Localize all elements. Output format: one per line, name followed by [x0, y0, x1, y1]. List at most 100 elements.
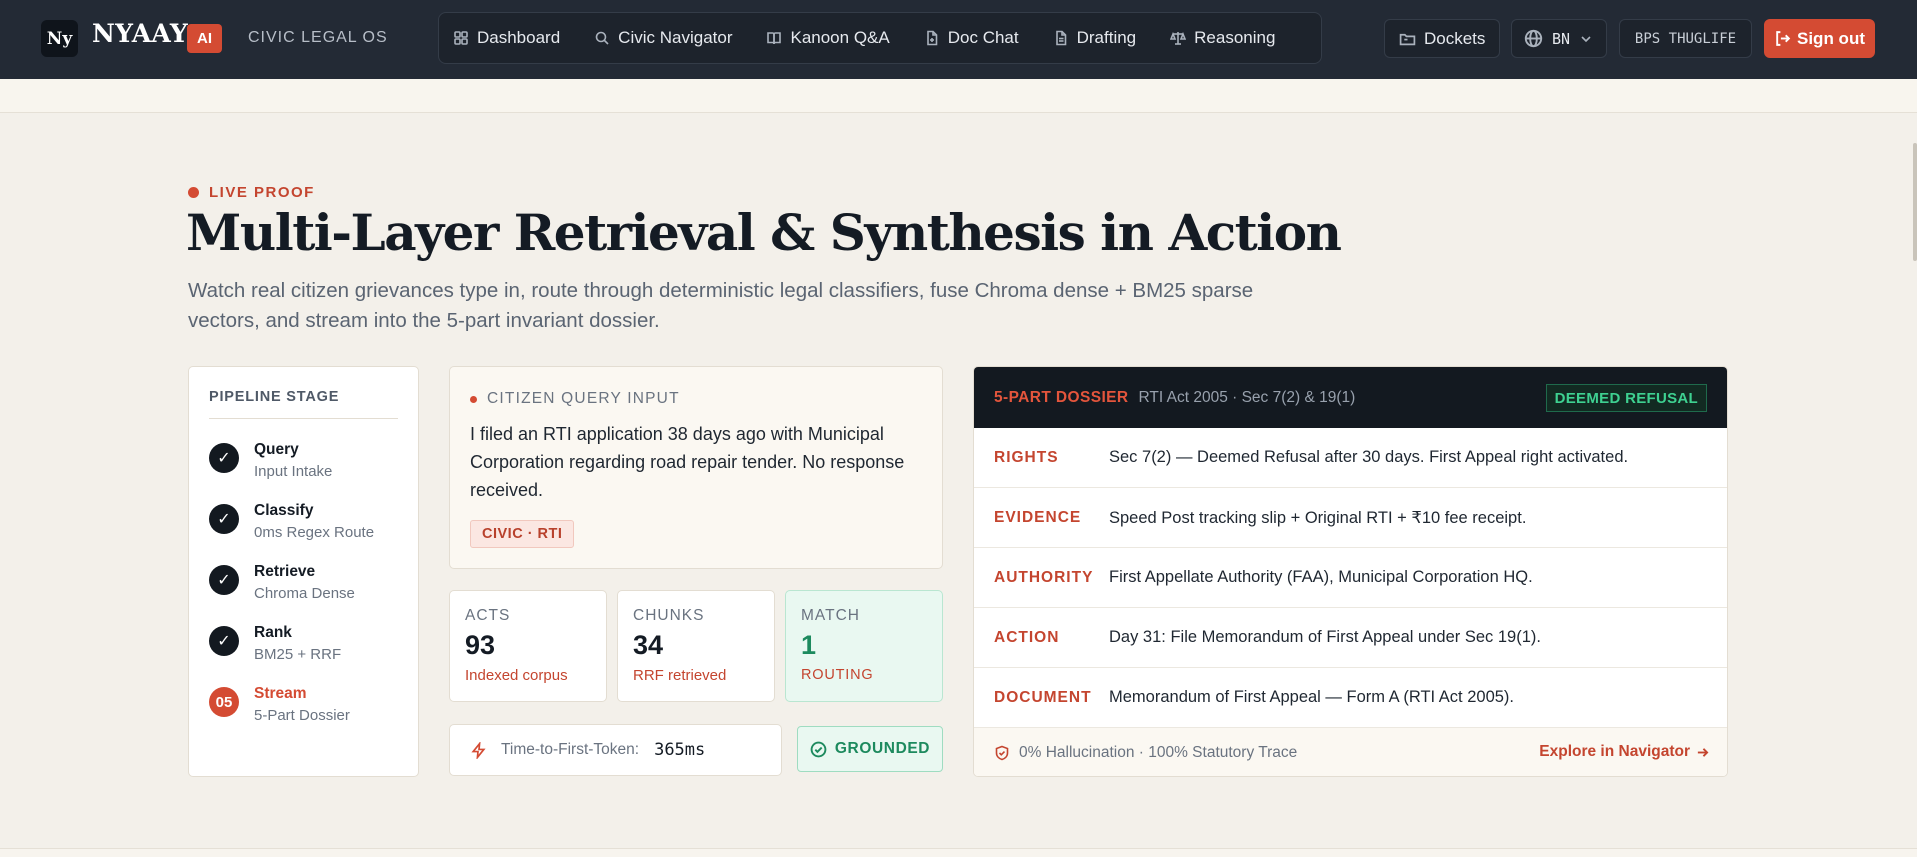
- chevron-down-icon: [1581, 35, 1591, 42]
- dockets-button[interactable]: Dockets: [1384, 19, 1500, 58]
- step-desc: Input Intake: [254, 463, 333, 480]
- nav-label: Civic Navigator: [618, 28, 733, 47]
- stat-label: CHUNKS: [633, 607, 705, 624]
- document-icon: [1055, 30, 1066, 46]
- dossier-row-value: Speed Post tracking slip + Original RTI …: [1109, 508, 1527, 527]
- pipeline-step-query: ✓ Query Input Intake: [209, 441, 398, 480]
- stat-value: 34: [633, 630, 664, 660]
- stat-card-chunks: CHUNKS 34 RRF retrieved: [617, 590, 775, 702]
- check-circle-icon: [810, 741, 827, 757]
- query-heading-label: CITIZEN QUERY INPUT: [487, 390, 680, 407]
- search-icon: [595, 31, 609, 45]
- step-desc: BM25 + RRF: [254, 646, 342, 663]
- check-icon: ✓: [209, 565, 239, 595]
- stat-desc: Indexed corpus: [465, 667, 568, 684]
- page-title: Multi-Layer Retrieval & Synthesis in Act…: [186, 203, 1342, 262]
- language-select[interactable]: BN: [1511, 19, 1607, 58]
- check-icon: ✓: [209, 626, 239, 656]
- pipeline-heading: PIPELINE STAGE: [209, 389, 398, 419]
- explore-label: Explore in Navigator: [1539, 743, 1690, 760]
- dossier-row-action: ACTION Day 31: File Memorandum of First …: [974, 608, 1727, 668]
- dossier-row-rights: RIGHTS Sec 7(2) — Deemed Refusal after 3…: [974, 428, 1727, 488]
- nav-label: Doc Chat: [947, 28, 1019, 47]
- globe-icon: [1524, 29, 1543, 48]
- logout-icon: [1776, 31, 1791, 46]
- ai-badge: AI: [187, 24, 222, 53]
- nav-label: Dashboard: [477, 28, 561, 47]
- dossier-row-evidence: EVIDENCE Speed Post tracking slip + Orig…: [974, 488, 1727, 548]
- query-heading: CITIZEN QUERY INPUT: [470, 390, 922, 408]
- stat-desc: RRF retrieved: [633, 667, 727, 684]
- stat-desc: ROUTING: [801, 667, 874, 683]
- dossier-meta: RTI Act 2005 · Sec 7(2) & 19(1): [1138, 388, 1356, 406]
- logo-mark[interactable]: Ny: [41, 20, 78, 57]
- status-dot-icon: [470, 395, 477, 403]
- brand-tagline: CIVIC LEGAL OS: [248, 29, 388, 46]
- step-desc: 0ms Regex Route: [254, 524, 375, 541]
- dockets-label: Dockets: [1424, 28, 1486, 48]
- top-navigation-bar: Ny NYAAY AI CIVIC LEGAL OS Dashboard Civ…: [0, 0, 1917, 79]
- nav-drafting[interactable]: Drafting: [1053, 28, 1137, 48]
- citizen-query-card: CITIZEN QUERY INPUT I filed an RTI appli…: [449, 366, 943, 569]
- dossier-row-value: First Appellate Authority (FAA), Municip…: [1109, 568, 1533, 586]
- file-chat-icon: [926, 30, 938, 46]
- step-number-badge: 05: [209, 687, 239, 717]
- page-scrollbar[interactable]: [1913, 143, 1917, 261]
- dossier-row-key: AUTHORITY: [994, 568, 1094, 586]
- dossier-row-authority: AUTHORITY First Appellate Authority (FAA…: [974, 548, 1727, 608]
- nav-doc-chat[interactable]: Doc Chat: [924, 28, 1019, 48]
- dossier-card: 5-PART DOSSIER RTI Act 2005 · Sec 7(2) &…: [973, 366, 1728, 777]
- step-name: Stream: [254, 685, 307, 702]
- dossier-title: 5-PART DOSSIER: [994, 388, 1129, 406]
- nav-civic-navigator[interactable]: Civic Navigator: [594, 28, 732, 48]
- sign-out-button[interactable]: Sign out: [1764, 19, 1875, 58]
- stat-label: ACTS: [465, 607, 511, 624]
- pipeline-step-retrieve: ✓ Retrieve Chroma Dense: [209, 563, 398, 602]
- nav-label: Reasoning: [1194, 28, 1276, 47]
- step-desc: Chroma Dense: [254, 585, 355, 602]
- stat-label: MATCH: [801, 607, 860, 624]
- step-name: Classify: [254, 502, 314, 519]
- book-icon: [767, 32, 782, 45]
- arrow-right-icon: [1697, 747, 1709, 757]
- stat-card-match: MATCH 1 ROUTING: [785, 590, 943, 702]
- live-dot-icon: [188, 187, 199, 198]
- dossier-header: 5-PART DOSSIER RTI Act 2005 · Sec 7(2) &…: [974, 367, 1727, 428]
- nav-label: Drafting: [1076, 28, 1137, 47]
- dossier-row-value: Day 31: File Memorandum of First Appeal …: [1109, 628, 1541, 646]
- pipeline-step-classify: ✓ Classify 0ms Regex Route: [209, 502, 398, 541]
- status-badge: DEEMED REFUSAL: [1545, 384, 1707, 412]
- stat-value: 93: [465, 630, 496, 660]
- step-name: Query: [254, 441, 299, 458]
- nav-label: Kanoon Q&A: [790, 28, 890, 47]
- nav-dashboard[interactable]: Dashboard: [453, 28, 560, 48]
- live-proof-eyebrow: LIVE PROOF: [188, 184, 315, 201]
- time-to-first-token: Time-to-First-Token: 365ms: [449, 724, 782, 776]
- nav-reasoning[interactable]: Reasoning: [1170, 28, 1275, 48]
- next-section-edge: [0, 848, 1917, 857]
- query-text: I filed an RTI application 38 days ago w…: [470, 424, 905, 500]
- scales-icon: [1170, 31, 1187, 45]
- lightning-icon: [471, 741, 486, 759]
- eyebrow-label: LIVE PROOF: [209, 184, 315, 201]
- pipeline-step-stream: 05 Stream 5-Part Dossier: [209, 685, 398, 724]
- sub-header-band: [0, 79, 1917, 113]
- brand-name[interactable]: NYAAY: [92, 19, 188, 48]
- grounded-label: GROUNDED: [834, 740, 931, 757]
- language-value: BN: [1552, 29, 1571, 48]
- explore-navigator-link[interactable]: Explore in Navigator: [1539, 743, 1709, 761]
- stat-card-acts: ACTS 93 Indexed corpus: [449, 590, 607, 702]
- grounded-badge: GROUNDED: [797, 726, 943, 772]
- step-name: Rank: [254, 624, 292, 641]
- ttft-label: Time-to-First-Token:: [501, 741, 640, 758]
- check-icon: ✓: [209, 443, 239, 473]
- step-desc: 5-Part Dossier: [254, 707, 350, 724]
- dossier-footer-text: 0% Hallucination · 100% Statutory Trace: [1019, 744, 1298, 761]
- page-subtitle: Watch real citizen grievances type in, r…: [188, 279, 1254, 332]
- main-nav: Dashboard Civic Navigator Kanoon Q&A Doc…: [438, 12, 1322, 64]
- dossier-row-key: ACTION: [994, 628, 1060, 646]
- nav-kanoon-qa[interactable]: Kanoon Q&A: [766, 28, 890, 48]
- dossier-row-key: DOCUMENT: [994, 688, 1092, 706]
- user-badge[interactable]: BPS THUGLIFE: [1619, 19, 1752, 58]
- sign-out-label: Sign out: [1797, 28, 1865, 48]
